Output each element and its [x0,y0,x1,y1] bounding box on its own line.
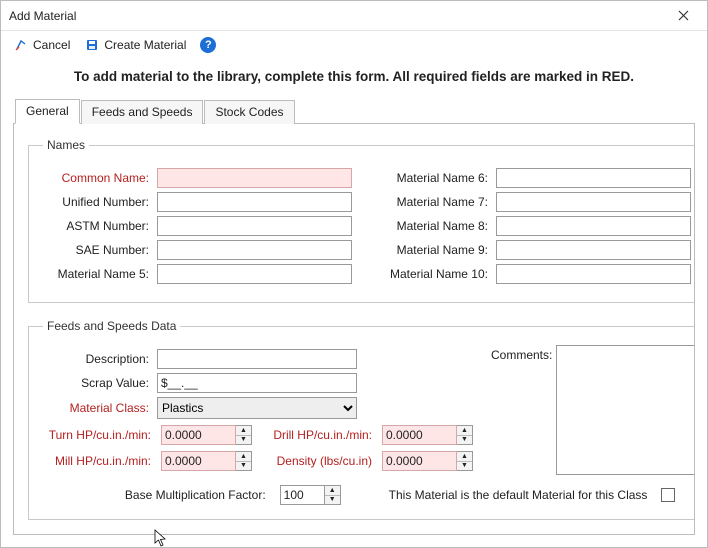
tab-panel-general: Names Common Name: Unified Number: ASTM … [13,123,695,535]
material-name-10-input[interactable] [496,264,691,284]
base-factor-label: Base Multiplication Factor: [125,488,266,502]
material-class-label: Material Class: [43,401,151,415]
banner-text: To add material to the library, complete… [1,59,707,98]
drill-hp-spinner[interactable]: ▲▼ [457,425,473,445]
names-group: Names Common Name: Unified Number: ASTM … [28,138,695,303]
material-name-10-label: Material Name 10: [382,267,490,281]
tab-strip: General Feeds and Speeds Stock Codes [1,98,707,123]
material-name-6-label: Material Name 6: [382,171,490,185]
spin-up-icon: ▲ [325,486,340,496]
help-icon: ? [200,37,216,53]
spin-up-icon: ▲ [236,426,251,436]
create-material-label: Create Material [104,38,186,52]
default-material-checkbox[interactable] [661,488,675,502]
comments-label: Comments: [491,345,552,475]
density-input[interactable] [382,451,457,471]
spin-down-icon: ▼ [236,436,251,445]
scrap-value-input[interactable] [157,373,357,393]
create-material-button[interactable]: Create Material [80,35,190,55]
help-button[interactable]: ? [196,35,220,55]
turn-hp-input[interactable] [161,425,236,445]
titlebar: Add Material [1,1,707,31]
cancel-icon [13,37,29,53]
material-name-5-input[interactable] [157,264,352,284]
mill-hp-label: Mill HP/cu.in./min: [43,454,151,468]
common-name-label: Common Name: [43,171,151,185]
base-factor-spinner[interactable]: ▲▼ [325,485,341,505]
astm-number-label: ASTM Number: [43,219,151,233]
mill-hp-input[interactable] [161,451,236,471]
window-title: Add Material [9,9,667,23]
common-name-input[interactable] [157,168,352,188]
sae-number-input[interactable] [157,240,352,260]
tab-stock-codes[interactable]: Stock Codes [204,100,294,124]
spin-down-icon: ▼ [236,462,251,471]
comments-textarea[interactable] [556,345,695,475]
density-label: Density (lbs/cu.in) [272,454,372,468]
spin-up-icon: ▲ [457,452,472,462]
material-class-select[interactable]: Plastics [157,397,357,419]
default-material-label: This Material is the default Material fo… [389,488,648,502]
mill-hp-spinner[interactable]: ▲▼ [236,451,252,471]
sae-number-label: SAE Number: [43,243,151,257]
astm-number-input[interactable] [157,216,352,236]
tab-feeds-speeds[interactable]: Feeds and Speeds [81,100,204,124]
add-material-dialog: Add Material Cancel Create Material ? To… [0,0,708,548]
cancel-label: Cancel [33,38,70,52]
spin-up-icon: ▲ [236,452,251,462]
cancel-button[interactable]: Cancel [9,35,74,55]
material-name-9-label: Material Name 9: [382,243,490,257]
material-name-9-input[interactable] [496,240,691,260]
close-button[interactable] [667,2,699,30]
density-spinner[interactable]: ▲▼ [457,451,473,471]
feeds-speeds-group: Feeds and Speeds Data Description: Scrap… [28,319,695,520]
spin-up-icon: ▲ [457,426,472,436]
material-name-6-input[interactable] [496,168,691,188]
unified-number-input[interactable] [157,192,352,212]
names-legend: Names [43,138,89,152]
description-label: Description: [43,352,151,366]
scrap-value-label: Scrap Value: [43,376,151,390]
description-input[interactable] [157,349,357,369]
unified-number-label: Unified Number: [43,195,151,209]
toolbar: Cancel Create Material ? [1,31,707,59]
spin-down-icon: ▼ [325,496,340,505]
material-name-7-input[interactable] [496,192,691,212]
material-name-5-label: Material Name 5: [43,267,151,281]
spin-down-icon: ▼ [457,436,472,445]
material-name-8-label: Material Name 8: [382,219,490,233]
material-name-8-input[interactable] [496,216,691,236]
drill-hp-label: Drill HP/cu.in./min: [272,428,372,442]
turn-hp-spinner[interactable]: ▲▼ [236,425,252,445]
turn-hp-label: Turn HP/cu.in./min: [43,428,151,442]
tab-general[interactable]: General [15,99,80,124]
spin-down-icon: ▼ [457,462,472,471]
drill-hp-input[interactable] [382,425,457,445]
material-name-7-label: Material Name 7: [382,195,490,209]
base-factor-input[interactable] [280,485,325,505]
feeds-speeds-legend: Feeds and Speeds Data [43,319,180,333]
save-icon [84,37,100,53]
close-icon [678,10,689,21]
